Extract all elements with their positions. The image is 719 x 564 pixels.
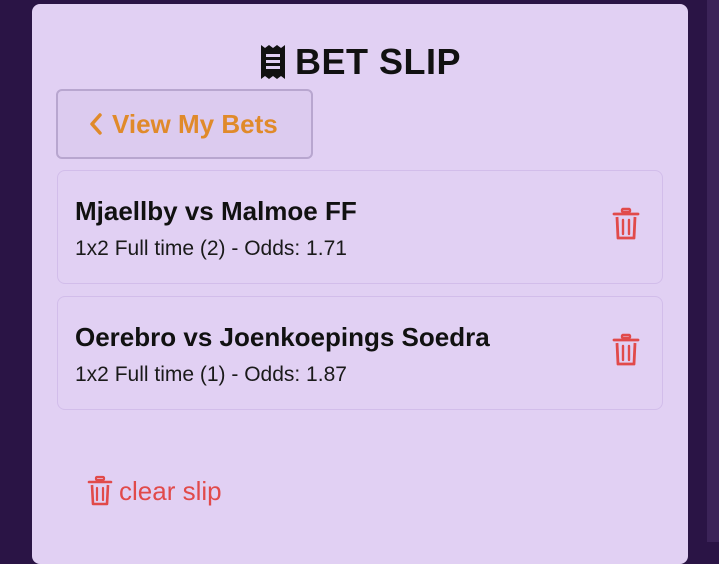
trash-icon[interactable] xyxy=(612,333,640,367)
bet-card: Mjaellby vs Malmoe FF 1x2 Full time (2) … xyxy=(57,170,663,284)
clear-slip-label: clear slip xyxy=(119,475,222,506)
trash-icon xyxy=(87,475,113,506)
bet-card: Oerebro vs Joenkoepings Soedra 1x2 Full … xyxy=(57,296,663,410)
clear-slip-button[interactable]: clear slip xyxy=(87,472,222,510)
bet-slip-header: BET SLIP xyxy=(32,38,688,86)
bet-slip-panel: BET SLIP View My Bets Mjaellby vs Malmoe… xyxy=(32,4,688,564)
page-title: BET SLIP xyxy=(294,41,462,82)
bet-match-title: Mjaellby vs Malmoe FF xyxy=(75,196,357,226)
chevron-left-icon xyxy=(90,113,102,135)
view-my-bets-button[interactable]: View My Bets xyxy=(56,89,313,159)
trash-icon[interactable] xyxy=(612,207,640,241)
receipt-icon xyxy=(260,45,285,79)
view-my-bets-label: View My Bets xyxy=(112,108,278,139)
bet-match-title: Oerebro vs Joenkoepings Soedra xyxy=(75,322,490,352)
scrollbar-track[interactable] xyxy=(707,0,719,542)
bet-detail: 1x2 Full time (1) - Odds: 1.87 xyxy=(75,363,347,386)
bet-detail: 1x2 Full time (2) - Odds: 1.71 xyxy=(75,237,347,260)
